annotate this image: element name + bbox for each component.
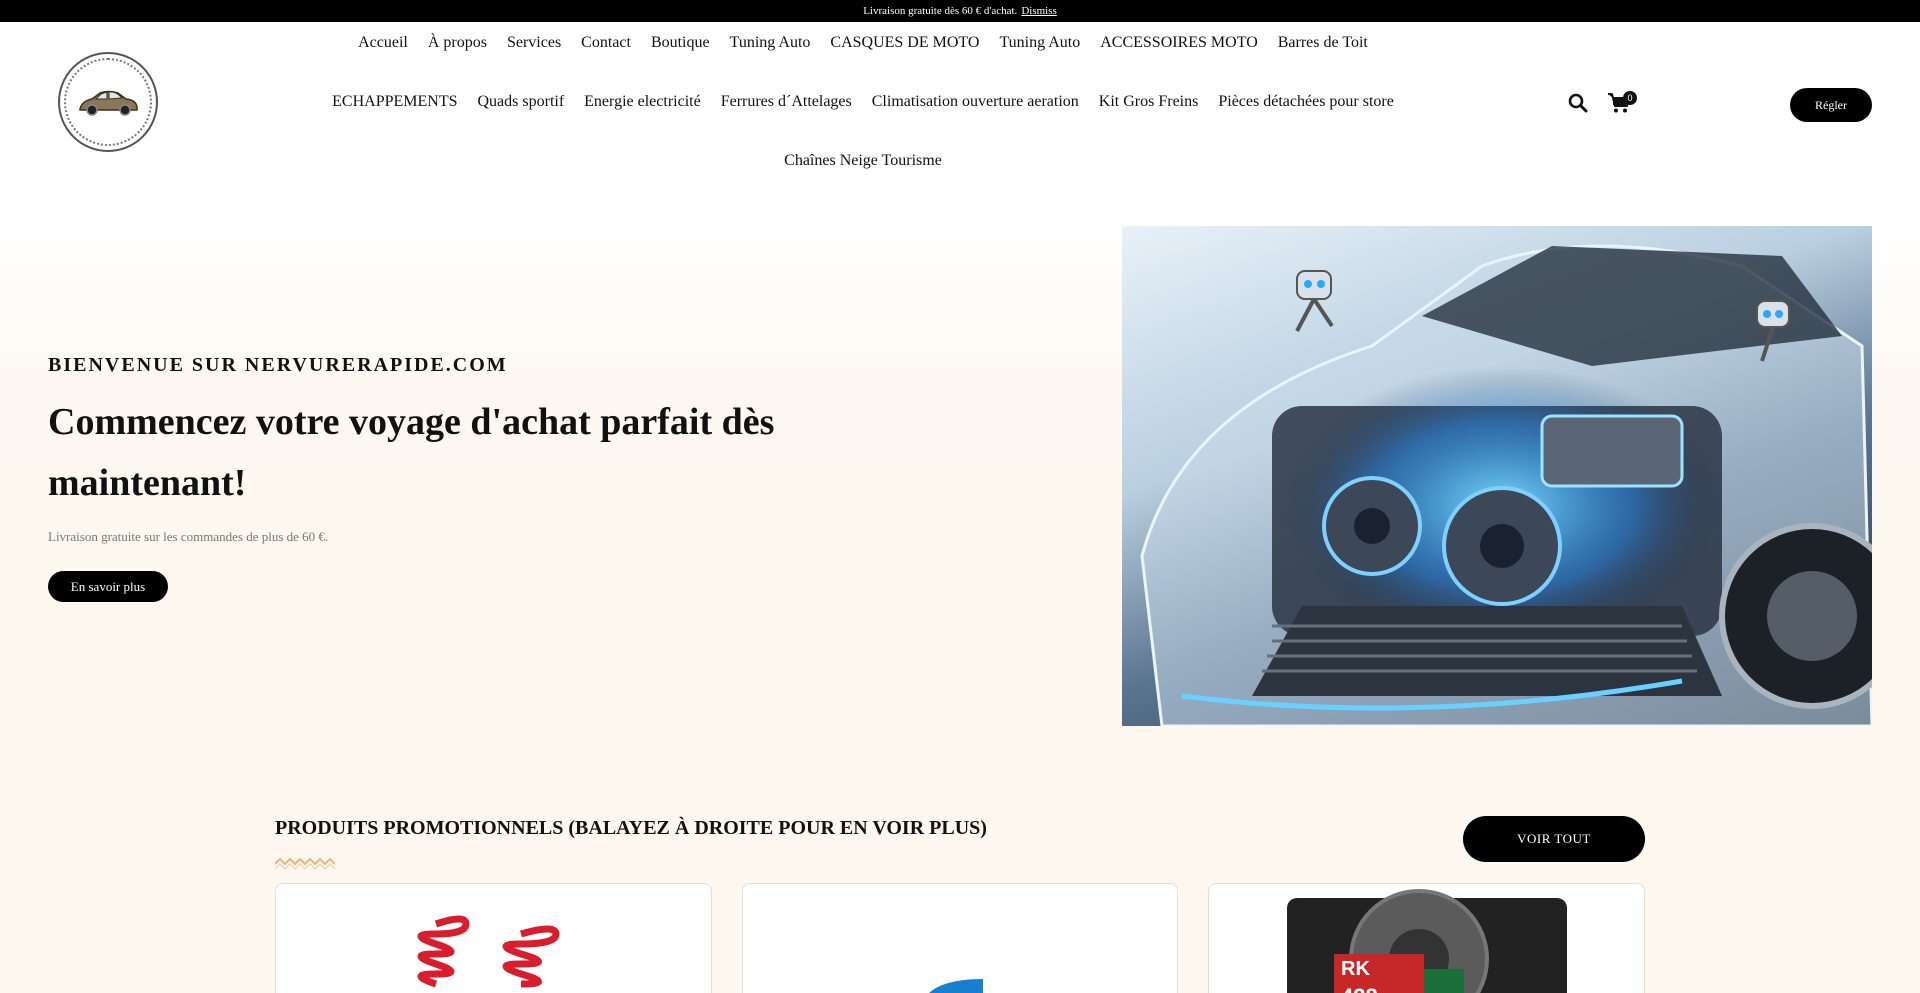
nav-link-kit-gros-freins[interactable]: Kit Gros Freins xyxy=(1089,93,1209,111)
nav-link-services[interactable]: Services xyxy=(497,34,571,52)
promo-title: PRODUITS PROMOTIONNELS (BALAYEZ À DROITE… xyxy=(275,817,987,839)
search-icon[interactable] xyxy=(1568,93,1588,113)
hero-eyebrow: BIENVENUE SUR NERVURERAPIDE.COM xyxy=(48,354,508,376)
chain-code-label: 428 xyxy=(1341,984,1378,993)
robot-arm-left xyxy=(1295,270,1334,332)
product-card[interactable] xyxy=(742,883,1178,993)
nav-link-boutique[interactable]: Boutique xyxy=(641,34,720,52)
nav-link-tuning-auto[interactable]: Tuning Auto xyxy=(720,34,821,52)
nav-link-casques-moto[interactable]: CASQUES DE MOTO xyxy=(820,34,989,52)
main-nav-row-1: Accueil À propos Services Contact Boutiq… xyxy=(0,34,1726,52)
nav-link-energie-electricite[interactable]: Energie electricité xyxy=(574,93,711,111)
hero-title: Commencez votre voyage d'achat parfait d… xyxy=(48,401,775,504)
main-nav-row-3: Chaînes Neige Tourisme xyxy=(0,152,1726,170)
product-card[interactable] xyxy=(275,883,712,993)
nav-link-echappements[interactable]: ECHAPPEMENTS xyxy=(322,93,467,111)
nav-link-chaines-neige[interactable]: Chaînes Neige Tourisme xyxy=(774,152,952,170)
nav-link-contact[interactable]: Contact xyxy=(571,34,641,52)
main-nav-row-2: ECHAPPEMENTS Quads sportif Energie elect… xyxy=(0,93,1726,111)
decorative-wave xyxy=(275,858,335,870)
nav-link-accueil[interactable]: Accueil xyxy=(348,34,418,52)
nav-link-quads-sportif[interactable]: Quads sportif xyxy=(468,93,575,111)
transparent-car-engine-illustration xyxy=(1140,244,1872,726)
dismiss-link[interactable]: Dismiss xyxy=(1021,5,1056,17)
nav-link-a-propos[interactable]: À propos xyxy=(418,34,497,52)
cart-count-badge: 0 xyxy=(1623,91,1637,105)
nav-link-ferrures-attelages[interactable]: Ferrures d´Attelages xyxy=(711,93,862,111)
red-spring-product-image xyxy=(417,915,560,988)
rk-brand-label: RK xyxy=(1341,958,1370,980)
settle-button[interactable]: Régler xyxy=(1790,88,1872,122)
nav-link-accessoires-moto[interactable]: ACCESSOIRES MOTO xyxy=(1090,34,1268,52)
learn-more-button[interactable]: En savoir plus xyxy=(48,571,168,602)
hero-subtitle: Livraison gratuite sur les commandes de … xyxy=(48,529,329,544)
nav-link-tuning-auto-2[interactable]: Tuning Auto xyxy=(989,34,1090,52)
announcement-bar: Livraison gratuite dès 60 € d'achat. Dis… xyxy=(0,0,1920,22)
nav-link-barres-toit[interactable]: Barres de Toit xyxy=(1268,34,1378,52)
nav-link-pieces-store[interactable]: Pièces détachées pour store xyxy=(1208,93,1403,111)
nav-link-climatisation[interactable]: Climatisation ouverture aeration xyxy=(862,93,1089,111)
view-all-button[interactable]: VOIR TOUT xyxy=(1463,816,1645,862)
announcement-text: Livraison gratuite dès 60 € d'achat. xyxy=(863,5,1018,17)
hero-image xyxy=(1122,226,1872,726)
blue-part-product-image xyxy=(929,979,983,993)
sprocket-chain-kit-product-image xyxy=(1287,889,1567,993)
product-card[interactable]: RK 428 xyxy=(1208,883,1645,993)
